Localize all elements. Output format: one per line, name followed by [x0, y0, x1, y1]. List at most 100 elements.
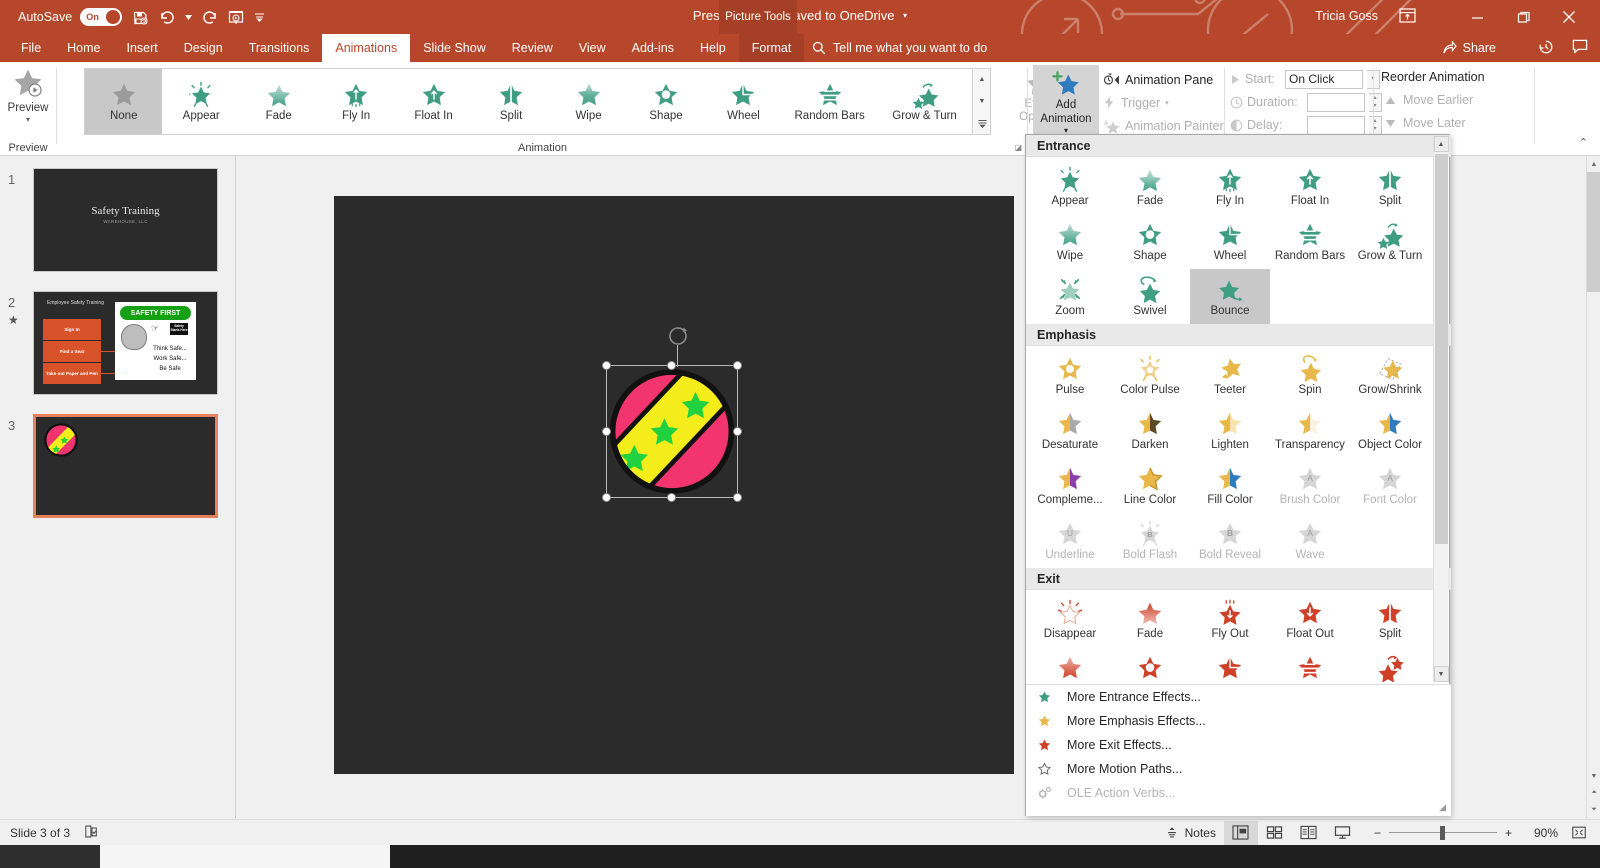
effect-emphasis-line-color[interactable]: Line Color [1110, 458, 1190, 513]
dropdown-scroll-up-icon[interactable]: ▲ [1433, 136, 1449, 152]
effect-emphasis-complementary-color[interactable]: Compleme... [1030, 458, 1110, 513]
duration-field[interactable] [1307, 92, 1365, 112]
tab-file[interactable]: File [8, 34, 54, 62]
slide-thumbnail-3[interactable] [33, 414, 218, 518]
gallery-item-float-in[interactable]: Float In [395, 69, 472, 134]
effect-entrance-wheel[interactable]: Wheel [1190, 214, 1270, 269]
share-button[interactable]: Share [1442, 34, 1496, 62]
autosave-toggle[interactable]: On [80, 8, 123, 26]
tab-help[interactable]: Help [687, 34, 739, 62]
effect-emphasis-color-pulse[interactable]: Color Pulse [1110, 348, 1190, 403]
effect-entrance-split[interactable]: Split [1350, 159, 1430, 214]
resize-handle-top-right[interactable] [733, 361, 742, 370]
menu-more-motion-paths[interactable]: More Motion Paths... [1026, 757, 1451, 781]
scroll-down-icon[interactable]: ▼ [1587, 768, 1600, 784]
effect-entrance-fade[interactable]: Fade [1110, 159, 1190, 214]
animation-gallery-scrollbar[interactable]: ▲ ▼ [974, 68, 991, 135]
zoom-out-button[interactable]: − [1374, 826, 1381, 840]
version-history-icon[interactable] [1538, 39, 1554, 58]
gallery-item-split[interactable]: Split [472, 69, 549, 134]
undo-dropdown-icon[interactable] [182, 7, 194, 28]
gallery-item-wipe[interactable]: Wipe [550, 69, 627, 134]
zoom-in-button[interactable]: + [1505, 826, 1512, 840]
effect-exit-wipe[interactable]: Wipe [1030, 647, 1110, 683]
trigger-button[interactable]: Trigger ▾ [1103, 92, 1169, 113]
collapse-ribbon-icon[interactable]: ⌃ [1579, 136, 1588, 149]
zoom-slider-handle[interactable] [1439, 825, 1445, 840]
close-button[interactable] [1546, 0, 1592, 34]
gallery-item-wheel[interactable]: Wheel [705, 69, 782, 134]
effect-emphasis-fill-color[interactable]: Fill Color [1190, 458, 1270, 513]
beach-ball-picture[interactable] [606, 365, 738, 498]
zoom-slider[interactable] [1388, 825, 1497, 840]
notes-button[interactable]: Notes [1157, 821, 1224, 845]
rotation-handle[interactable] [665, 325, 691, 367]
tab-design[interactable]: Design [171, 34, 236, 62]
effect-entrance-bounce[interactable]: Bounce [1190, 269, 1270, 324]
tab-review[interactable]: Review [499, 34, 566, 62]
scroll-up-icon[interactable]: ▲ [1587, 156, 1600, 172]
start-dropdown[interactable]: On Click [1285, 69, 1363, 89]
effect-entrance-appear[interactable]: Appear [1030, 159, 1110, 214]
ribbon-display-options-icon[interactable] [1399, 8, 1416, 26]
dropdown-scroll-thumb[interactable] [1435, 154, 1448, 544]
normal-view-button[interactable] [1223, 820, 1258, 845]
slide-indicator[interactable]: Slide 3 of 3 [10, 826, 70, 840]
effect-emphasis-lighten[interactable]: Lighten [1190, 403, 1270, 458]
tab-format[interactable]: Format [738, 34, 805, 62]
resize-handle-bottom-left[interactable] [602, 493, 611, 502]
dropdown-scroll-down-icon[interactable]: ▼ [1433, 666, 1449, 682]
effect-exit-random-bars[interactable]: Random Bars [1270, 647, 1350, 683]
menu-more-exit-effects[interactable]: More Exit Effects... [1026, 733, 1451, 757]
gallery-item-grow-and-turn[interactable]: Grow & Turn [877, 69, 972, 134]
effect-exit-wheel[interactable]: Wheel [1190, 647, 1270, 683]
animation-dialog-launcher-icon[interactable]: ◪ [1014, 143, 1022, 152]
preview-dropdown-icon[interactable]: ▾ [26, 115, 30, 124]
selected-picture-frame[interactable] [602, 327, 742, 502]
resize-handle-middle-right[interactable] [733, 427, 742, 436]
reading-view-button[interactable] [1292, 821, 1326, 845]
add-animation-dropdown[interactable]: Entrance Appear Fade Fly In Float In Spl… [1025, 134, 1451, 816]
minimize-button[interactable] [1454, 0, 1500, 34]
effect-emphasis-darken[interactable]: Darken [1110, 403, 1190, 458]
tab-slide-show[interactable]: Slide Show [410, 34, 499, 62]
slide-show-view-button[interactable] [1326, 821, 1360, 845]
effect-entrance-swivel[interactable]: Swivel [1110, 269, 1190, 324]
slide-thumbnail-1[interactable]: Safety Training WAREHOUSE, LLC [33, 168, 218, 272]
previous-slide-button[interactable]: ⏶ [1587, 785, 1600, 801]
resize-handle-middle-left[interactable] [602, 427, 611, 436]
slide-vertical-scrollbar[interactable]: ▲ ▼ ⏶ ⏷ [1586, 156, 1600, 818]
effect-exit-fly-out[interactable]: Fly Out [1190, 592, 1270, 647]
start-from-beginning-icon[interactable] [224, 7, 248, 28]
effect-emphasis-pulse[interactable]: Pulse [1030, 348, 1110, 403]
autosave-control[interactable]: AutoSave On [18, 8, 123, 26]
scroll-thumb[interactable] [1587, 172, 1600, 292]
resize-handle-top-left[interactable] [602, 361, 611, 370]
resize-handle-bottom-center[interactable] [667, 493, 676, 502]
slide-thumbnail-panel[interactable]: 1 Safety Training WAREHOUSE, LLC 2 ★ Emp… [0, 156, 236, 818]
move-later-button[interactable]: Move Later [1385, 116, 1466, 130]
user-name[interactable]: Tricia Goss [1315, 9, 1378, 23]
resize-handle-top-center[interactable] [667, 361, 676, 370]
fit-to-window-button[interactable] [1566, 825, 1592, 840]
effect-exit-split[interactable]: Split [1350, 592, 1430, 647]
effect-emphasis-desaturate[interactable]: Desaturate [1030, 403, 1110, 458]
tell-me-search[interactable]: Tell me what you want to do [812, 34, 987, 62]
effect-emphasis-spin[interactable]: Spin [1270, 348, 1350, 403]
effect-entrance-shape[interactable]: Shape [1110, 214, 1190, 269]
redo-icon[interactable] [197, 7, 221, 28]
dropdown-resize-grip[interactable]: ◢ [1439, 802, 1446, 813]
accessibility-checker-icon[interactable] [83, 824, 98, 842]
undo-icon[interactable] [155, 7, 179, 28]
delay-field[interactable] [1307, 115, 1365, 135]
trigger-chevron-down-icon[interactable]: ▾ [1165, 99, 1169, 107]
effect-emphasis-grow-shrink[interactable]: Grow/Shrink [1350, 348, 1430, 403]
tab-add-ins[interactable]: Add-ins [619, 34, 687, 62]
dropdown-scrollbar[interactable]: ▲ ▼ [1433, 136, 1449, 682]
animation-pane-button[interactable]: Animation Pane [1103, 69, 1213, 90]
effect-entrance-zoom[interactable]: Zoom [1030, 269, 1110, 324]
gallery-item-random-bars[interactable]: Random Bars [782, 69, 877, 134]
effect-emphasis-object-color[interactable]: Object Color [1350, 403, 1430, 458]
move-earlier-button[interactable]: Move Earlier [1385, 93, 1473, 107]
preview-button[interactable]: Preview ▾ [4, 66, 52, 132]
